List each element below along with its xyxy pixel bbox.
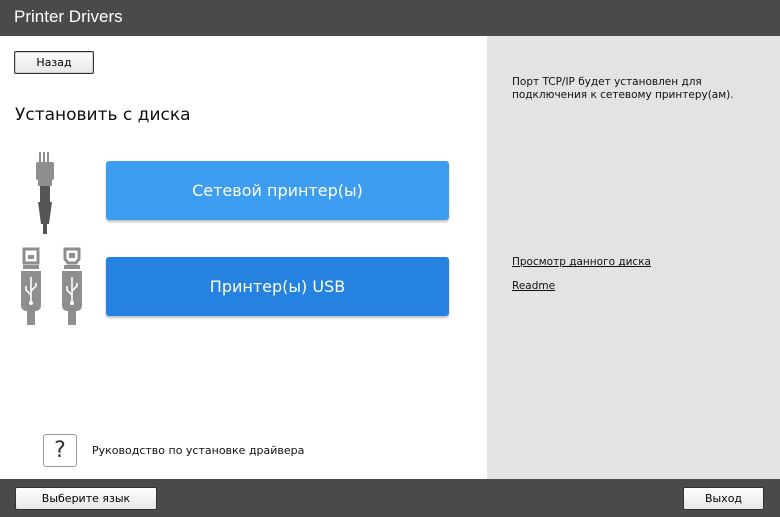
network-printer-button[interactable]: Сетевой принтер(ы)	[106, 161, 449, 220]
usb-a-cable-icon	[21, 247, 41, 325]
question-mark-icon[interactable]: ?	[43, 434, 77, 467]
back-button[interactable]: Назад	[14, 51, 94, 74]
browse-disc-link[interactable]: Просмотр данного диска	[512, 256, 651, 268]
exit-button[interactable]: Выход	[683, 487, 764, 510]
page-heading: Установить с диска	[15, 105, 191, 125]
info-panel: Порт TCP/IP будет установлен для подключ…	[487, 36, 780, 479]
ethernet-cable-icon	[36, 152, 54, 234]
bottom-bar: Выберите язык Выход	[0, 479, 780, 517]
usb-printer-button[interactable]: Принтер(ы) USB	[106, 257, 449, 316]
main-panel: Назад Установить с диска Сетевой принтер…	[0, 36, 487, 479]
usb-b-cable-icon	[62, 247, 82, 325]
title-bar: Printer Drivers	[0, 0, 780, 36]
window-title: Printer Drivers	[14, 7, 123, 26]
info-description: Порт TCP/IP будет установлен для подключ…	[512, 76, 734, 101]
driver-guide-link[interactable]: Руководство по установке драйвера	[92, 444, 304, 457]
readme-link[interactable]: Readme	[512, 280, 555, 292]
select-language-button[interactable]: Выберите язык	[15, 487, 157, 510]
